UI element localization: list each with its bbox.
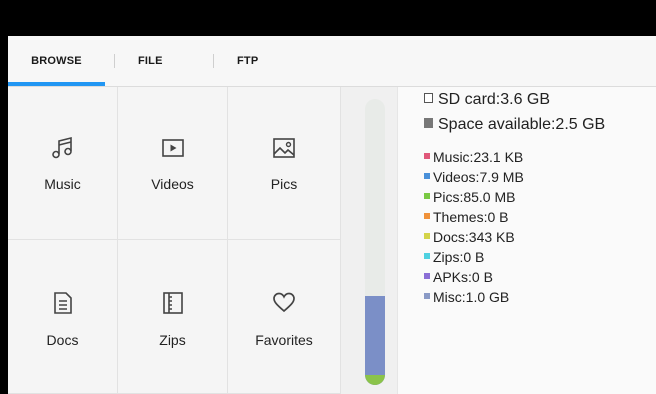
- tab-file[interactable]: FILE: [138, 36, 163, 86]
- breakdown-music: Music:23.1 KB: [424, 149, 523, 165]
- legend-swatch: [424, 173, 430, 179]
- breakdown-zips: Zips:0 B: [424, 249, 484, 265]
- category-videos[interactable]: Videos: [118, 87, 228, 240]
- sd-card-total: SD card:3.6 GB: [424, 91, 550, 109]
- storage-usage-bar: [365, 99, 385, 385]
- legend-swatch: [424, 193, 430, 199]
- storage-icon: [424, 118, 433, 128]
- space-available-text: Space available:2.5 GB: [438, 116, 606, 133]
- breakdown-label: Pics:85.0 MB: [433, 189, 516, 205]
- category-label: Docs: [46, 332, 79, 348]
- breakdown-label: Videos:7.9 MB: [433, 169, 524, 185]
- zip-icon: [162, 292, 183, 314]
- category-label: Pics: [270, 176, 298, 192]
- breakdown-label: APKs:0 B: [433, 269, 493, 285]
- category-docs[interactable]: Docs: [8, 240, 118, 394]
- tab-browse[interactable]: BROWSE: [8, 36, 105, 86]
- legend-swatch: [424, 213, 430, 219]
- category-pics[interactable]: Pics: [228, 87, 341, 240]
- breakdown-themes: Themes:0 B: [424, 209, 508, 225]
- file-manager-screen: BROWSE FILE FTP Music Videos Pics Docs Z…: [8, 36, 656, 394]
- breakdown-docs: Docs:343 KB: [424, 229, 515, 245]
- active-tab-indicator: [8, 82, 105, 86]
- legend-swatch: [424, 153, 430, 159]
- tab-divider: [114, 54, 115, 68]
- image-icon: [273, 138, 295, 158]
- breakdown-label: Docs:343 KB: [433, 229, 515, 245]
- space-available: Space available:2.5 GB: [424, 116, 605, 134]
- breakdown-videos: Videos:7.9 MB: [424, 169, 524, 185]
- tab-ftp[interactable]: FTP: [237, 36, 258, 86]
- breakdown-pics: Pics:85.0 MB: [424, 189, 515, 205]
- document-icon: [53, 292, 72, 314]
- breakdown-label: Themes:0 B: [433, 209, 509, 225]
- category-favorites[interactable]: Favorites: [228, 240, 341, 394]
- storage-bar-column: [341, 87, 397, 394]
- music-note-icon: [51, 136, 72, 159]
- tab-bar: BROWSE FILE FTP: [8, 36, 656, 87]
- breakdown-misc: Misc:1.0 GB: [424, 289, 509, 305]
- heart-icon: [273, 292, 295, 313]
- tab-divider: [213, 54, 214, 68]
- breakdown-label: Misc:1.0 GB: [433, 289, 510, 305]
- category-label: Videos: [151, 176, 194, 192]
- category-label: Zips: [159, 332, 186, 348]
- storage-used-fill: [365, 296, 385, 385]
- category-zips[interactable]: Zips: [118, 240, 228, 394]
- breakdown-label: Zips:0 B: [433, 249, 485, 265]
- sd-card-icon: [424, 93, 433, 103]
- sd-card-text: SD card:3.6 GB: [438, 91, 551, 108]
- legend-swatch: [424, 293, 430, 299]
- storage-info-panel: SD card:3.6 GB Space available:2.5 GB Mu…: [397, 87, 656, 394]
- breakdown-apks: APKs:0 B: [424, 269, 493, 285]
- category-music[interactable]: Music: [8, 87, 118, 240]
- legend-swatch: [424, 273, 430, 279]
- category-label: Favorites: [255, 332, 313, 348]
- legend-swatch: [424, 233, 430, 239]
- category-grid: Music Videos Pics Docs Zips Favorites: [8, 87, 341, 394]
- play-icon: [161, 139, 184, 157]
- breakdown-label: Music:23.1 KB: [433, 149, 524, 165]
- category-label: Music: [44, 176, 81, 192]
- legend-swatch: [424, 253, 430, 259]
